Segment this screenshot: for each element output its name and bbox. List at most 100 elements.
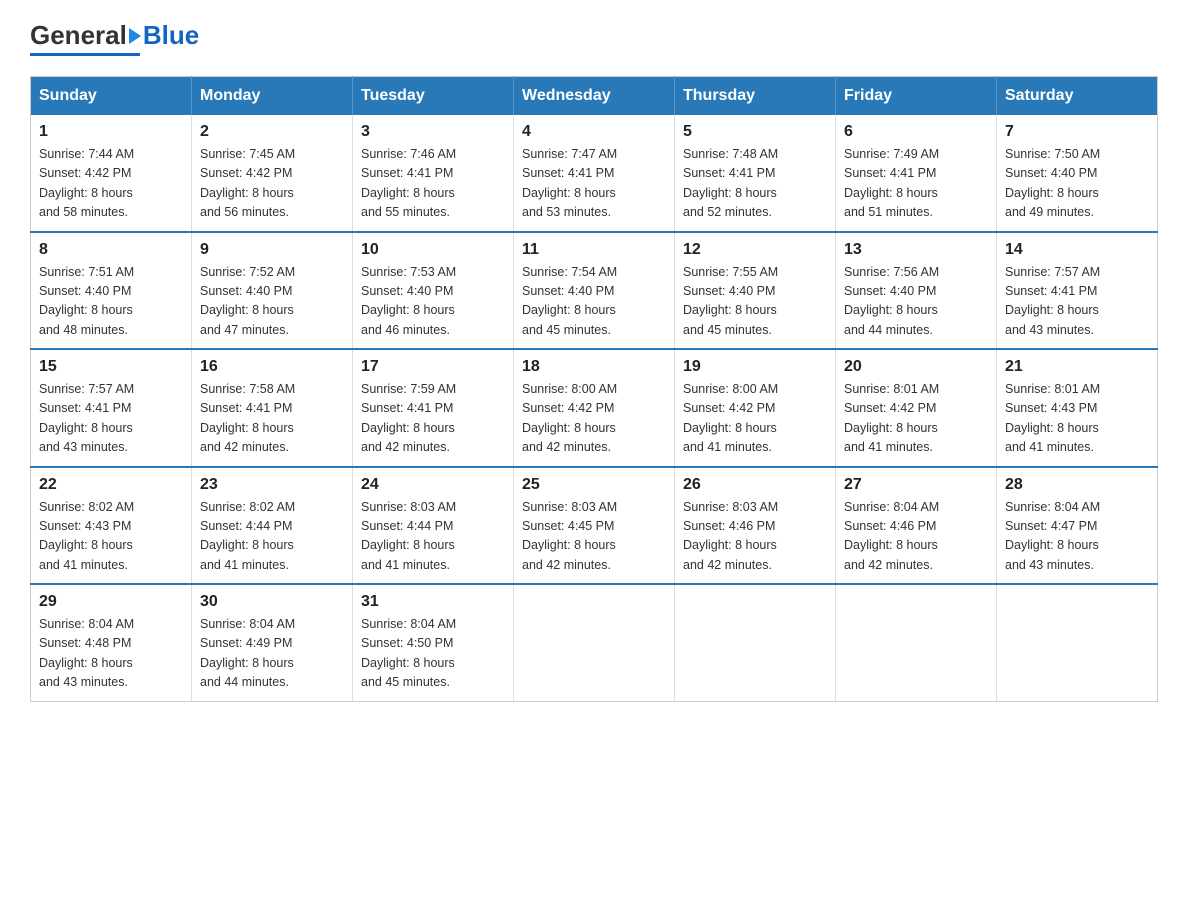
day-number: 29 bbox=[39, 593, 183, 611]
day-info: Sunrise: 8:04 AMSunset: 4:50 PMDaylight:… bbox=[361, 615, 505, 693]
day-info: Sunrise: 8:00 AMSunset: 4:42 PMDaylight:… bbox=[683, 380, 827, 458]
calendar-cell: 16Sunrise: 7:58 AMSunset: 4:41 PMDayligh… bbox=[192, 349, 353, 467]
page-header: General Blue bbox=[30, 20, 1158, 56]
calendar-cell: 31 Sunrise: 8:04 AMSunset: 4:50 PMDayligh… bbox=[353, 584, 514, 701]
day-info: Sunrise: 7:57 AMSunset: 4:41 PMDaylight:… bbox=[1005, 263, 1149, 341]
calendar-table: SundayMondayTuesdayWednesdayThursdayFrid… bbox=[30, 76, 1158, 702]
calendar-cell: 20 Sunrise: 8:01 AMSunset: 4:42 PMDayligh… bbox=[836, 349, 997, 467]
calendar-cell: 30 Sunrise: 8:04 AMSunset: 4:49 PMDayligh… bbox=[192, 584, 353, 701]
weekday-header-monday: Monday bbox=[192, 77, 353, 116]
logo-general: General bbox=[30, 20, 127, 51]
weekday-header-saturday: Saturday bbox=[997, 77, 1158, 116]
day-number: 5 bbox=[683, 123, 827, 141]
calendar-week-row: 15 Sunrise: 7:57 AMSunset: 4:41 PMDayligh… bbox=[31, 349, 1158, 467]
day-number: 8 bbox=[39, 241, 183, 259]
day-number: 1 bbox=[39, 123, 183, 141]
day-info: Sunrise: 7:57 AMSunset: 4:41 PMDaylight:… bbox=[39, 380, 183, 458]
calendar-cell: 9Sunrise: 7:52 AMSunset: 4:40 PMDaylight… bbox=[192, 232, 353, 350]
logo-triangle-icon bbox=[129, 28, 141, 44]
calendar-cell: 25 Sunrise: 8:03 AMSunset: 4:45 PMDayligh… bbox=[514, 467, 675, 585]
day-info: Sunrise: 7:51 AMSunset: 4:40 PMDaylight:… bbox=[39, 263, 183, 341]
day-info: Sunrise: 7:59 AMSunset: 4:41 PMDaylight:… bbox=[361, 380, 505, 458]
calendar-cell: 14 Sunrise: 7:57 AMSunset: 4:41 PMDayligh… bbox=[997, 232, 1158, 350]
calendar-cell: 21 Sunrise: 8:01 AMSunset: 4:43 PMDayligh… bbox=[997, 349, 1158, 467]
day-info: Sunrise: 7:46 AMSunset: 4:41 PMDaylight:… bbox=[361, 145, 505, 223]
day-number: 11 bbox=[522, 241, 666, 259]
day-info: Sunrise: 7:53 AMSunset: 4:40 PMDaylight:… bbox=[361, 263, 505, 341]
calendar-cell: 23 Sunrise: 8:02 AMSunset: 4:44 PMDayligh… bbox=[192, 467, 353, 585]
day-info: Sunrise: 7:48 AMSunset: 4:41 PMDaylight:… bbox=[683, 145, 827, 223]
day-number: 2 bbox=[200, 123, 344, 141]
day-number: 12 bbox=[683, 241, 827, 259]
calendar-cell: 5 Sunrise: 7:48 AMSunset: 4:41 PMDaylight… bbox=[675, 115, 836, 232]
day-number: 17 bbox=[361, 358, 505, 376]
day-number: 24 bbox=[361, 476, 505, 494]
day-number: 26 bbox=[683, 476, 827, 494]
day-info: Sunrise: 8:04 AMSunset: 4:46 PMDaylight:… bbox=[844, 498, 988, 576]
calendar-cell: 2Sunrise: 7:45 AMSunset: 4:42 PMDaylight… bbox=[192, 115, 353, 232]
calendar-week-row: 29 Sunrise: 8:04 AMSunset: 4:48 PMDayligh… bbox=[31, 584, 1158, 701]
day-info: Sunrise: 7:58 AMSunset: 4:41 PMDaylight:… bbox=[200, 380, 344, 458]
calendar-cell: 29 Sunrise: 8:04 AMSunset: 4:48 PMDayligh… bbox=[31, 584, 192, 701]
day-info: Sunrise: 7:49 AMSunset: 4:41 PMDaylight:… bbox=[844, 145, 988, 223]
calendar-cell bbox=[675, 584, 836, 701]
day-info: Sunrise: 8:01 AMSunset: 4:43 PMDaylight:… bbox=[1005, 380, 1149, 458]
day-number: 20 bbox=[844, 358, 988, 376]
day-info: Sunrise: 7:52 AMSunset: 4:40 PMDaylight:… bbox=[200, 263, 344, 341]
day-number: 19 bbox=[683, 358, 827, 376]
calendar-cell: 1 Sunrise: 7:44 AMSunset: 4:42 PMDaylight… bbox=[31, 115, 192, 232]
weekday-header-tuesday: Tuesday bbox=[353, 77, 514, 116]
logo-text: General Blue bbox=[30, 20, 199, 51]
weekday-header-sunday: Sunday bbox=[31, 77, 192, 116]
day-info: Sunrise: 7:56 AMSunset: 4:40 PMDaylight:… bbox=[844, 263, 988, 341]
day-number: 6 bbox=[844, 123, 988, 141]
day-info: Sunrise: 7:47 AMSunset: 4:41 PMDaylight:… bbox=[522, 145, 666, 223]
day-number: 14 bbox=[1005, 241, 1149, 259]
day-number: 25 bbox=[522, 476, 666, 494]
day-info: Sunrise: 8:03 AMSunset: 4:45 PMDaylight:… bbox=[522, 498, 666, 576]
day-number: 31 bbox=[361, 593, 505, 611]
calendar-cell: 6 Sunrise: 7:49 AMSunset: 4:41 PMDaylight… bbox=[836, 115, 997, 232]
day-info: Sunrise: 8:03 AMSunset: 4:44 PMDaylight:… bbox=[361, 498, 505, 576]
calendar-week-row: 8 Sunrise: 7:51 AMSunset: 4:40 PMDaylight… bbox=[31, 232, 1158, 350]
calendar-cell: 24 Sunrise: 8:03 AMSunset: 4:44 PMDayligh… bbox=[353, 467, 514, 585]
day-info: Sunrise: 8:04 AMSunset: 4:48 PMDaylight:… bbox=[39, 615, 183, 693]
day-number: 23 bbox=[200, 476, 344, 494]
day-number: 3 bbox=[361, 123, 505, 141]
calendar-cell: 27 Sunrise: 8:04 AMSunset: 4:46 PMDayligh… bbox=[836, 467, 997, 585]
day-info: Sunrise: 8:04 AMSunset: 4:47 PMDaylight:… bbox=[1005, 498, 1149, 576]
calendar-cell bbox=[997, 584, 1158, 701]
day-number: 28 bbox=[1005, 476, 1149, 494]
day-number: 15 bbox=[39, 358, 183, 376]
calendar-cell: 18Sunrise: 8:00 AMSunset: 4:42 PMDayligh… bbox=[514, 349, 675, 467]
day-number: 7 bbox=[1005, 123, 1149, 141]
calendar-cell bbox=[514, 584, 675, 701]
day-info: Sunrise: 8:04 AMSunset: 4:49 PMDaylight:… bbox=[200, 615, 344, 693]
logo: General Blue bbox=[30, 20, 199, 56]
weekday-header-wednesday: Wednesday bbox=[514, 77, 675, 116]
day-info: Sunrise: 8:03 AMSunset: 4:46 PMDaylight:… bbox=[683, 498, 827, 576]
calendar-cell: 19 Sunrise: 8:00 AMSunset: 4:42 PMDayligh… bbox=[675, 349, 836, 467]
calendar-cell: 22Sunrise: 8:02 AMSunset: 4:43 PMDayligh… bbox=[31, 467, 192, 585]
day-info: Sunrise: 7:44 AMSunset: 4:42 PMDaylight:… bbox=[39, 145, 183, 223]
day-info: Sunrise: 7:55 AMSunset: 4:40 PMDaylight:… bbox=[683, 263, 827, 341]
calendar-cell bbox=[836, 584, 997, 701]
day-number: 18 bbox=[522, 358, 666, 376]
day-number: 13 bbox=[844, 241, 988, 259]
calendar-cell: 17 Sunrise: 7:59 AMSunset: 4:41 PMDayligh… bbox=[353, 349, 514, 467]
day-info: Sunrise: 8:02 AMSunset: 4:44 PMDaylight:… bbox=[200, 498, 344, 576]
day-number: 21 bbox=[1005, 358, 1149, 376]
calendar-cell: 11 Sunrise: 7:54 AMSunset: 4:40 PMDayligh… bbox=[514, 232, 675, 350]
day-number: 30 bbox=[200, 593, 344, 611]
day-info: Sunrise: 8:01 AMSunset: 4:42 PMDaylight:… bbox=[844, 380, 988, 458]
calendar-cell: 12 Sunrise: 7:55 AMSunset: 4:40 PMDayligh… bbox=[675, 232, 836, 350]
day-info: Sunrise: 7:50 AMSunset: 4:40 PMDaylight:… bbox=[1005, 145, 1149, 223]
day-number: 4 bbox=[522, 123, 666, 141]
calendar-cell: 7 Sunrise: 7:50 AMSunset: 4:40 PMDaylight… bbox=[997, 115, 1158, 232]
calendar-cell: 26 Sunrise: 8:03 AMSunset: 4:46 PMDayligh… bbox=[675, 467, 836, 585]
calendar-cell: 15 Sunrise: 7:57 AMSunset: 4:41 PMDayligh… bbox=[31, 349, 192, 467]
logo-underline bbox=[30, 53, 140, 56]
day-number: 27 bbox=[844, 476, 988, 494]
day-info: Sunrise: 7:54 AMSunset: 4:40 PMDaylight:… bbox=[522, 263, 666, 341]
day-number: 10 bbox=[361, 241, 505, 259]
